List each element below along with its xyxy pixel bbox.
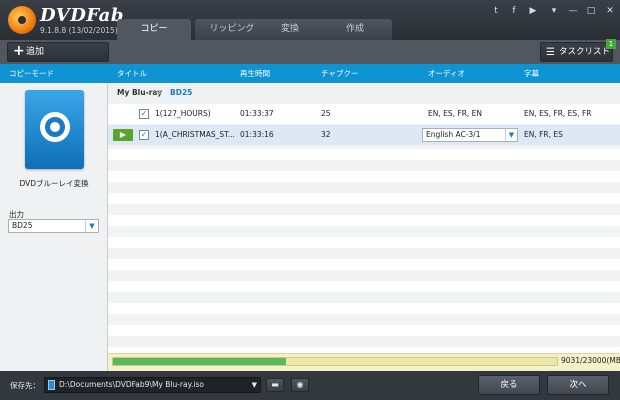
iso-output-button[interactable]: ◉ <box>291 378 309 392</box>
tab-create[interactable]: 作成 <box>318 19 392 40</box>
add-button-label: 追加 <box>26 47 45 57</box>
output-path-field[interactable]: D:\Documents\DVDFab9\My Blu-ray.iso ▼ <box>44 377 261 393</box>
row-1-chapters: 25 <box>321 109 331 118</box>
duration-column-header[interactable]: 再生時間 <box>240 64 270 83</box>
row-1-duration: 01:33:37 <box>240 109 274 118</box>
tab-convert[interactable]: 変換 <box>253 19 327 40</box>
task-count-badge: 1 <box>606 39 616 49</box>
row-2-audio-value: English AC-3/1 <box>426 130 481 139</box>
browse-folder-button[interactable]: ▬ <box>266 378 284 392</box>
copy-mode-header: コピーモード <box>9 69 54 78</box>
minimize-icon[interactable]: — <box>566 6 580 16</box>
output-path-value: D:\Documents\DVDFab9\My Blu-ray.iso <box>59 380 204 389</box>
row-1-audio: EN, ES, FR, EN <box>428 109 483 118</box>
row-2-chapters: 32 <box>321 130 331 139</box>
task-list-label: タスクリスト <box>559 47 611 57</box>
row-1-title: 1(127_HOURS) <box>155 109 211 118</box>
youtube-icon[interactable]: ▶ <box>526 6 540 16</box>
save-to-label: 保存先： <box>10 381 40 390</box>
row-2-duration: 01:33:16 <box>240 130 274 139</box>
row-2-audio-select[interactable]: English AC-3/1 ▼ <box>422 128 518 142</box>
app-version: 9.1.8.8 (13/02/2015) <box>40 26 118 35</box>
disc-usage-text: 9031/23000(MB) <box>561 356 620 365</box>
row-1-subtitles: EN, ES, FR, ES, FR <box>524 109 592 118</box>
iso-file-icon <box>48 380 55 390</box>
chapters-column-header[interactable]: チャプクー <box>321 64 358 83</box>
maximize-icon[interactable]: □ <box>584 6 598 16</box>
tab-copy[interactable]: コピー <box>117 19 191 40</box>
add-button[interactable]: + 追加 <box>7 42 109 62</box>
facebook-icon[interactable]: f <box>507 6 521 16</box>
app-name: DVDFab <box>40 5 124 26</box>
task-list-button[interactable]: ☰ タスクリスト <box>540 42 613 62</box>
title-column-header[interactable]: タイトル <box>117 64 147 83</box>
plus-icon: + <box>13 43 25 59</box>
output-select-value: BD25 <box>12 221 33 230</box>
breadcrumb-arrow-icon: ➜ <box>155 88 162 97</box>
chevron-down-icon: ▼ <box>505 129 517 141</box>
twitter-icon[interactable]: t <box>489 6 503 16</box>
output-select[interactable]: BD25 ▼ <box>8 219 99 233</box>
dvdfab-logo-icon <box>8 6 36 34</box>
menu-icon[interactable]: ▾ <box>547 6 561 16</box>
disc-icon <box>40 112 70 142</box>
audio-column-header[interactable]: オーディオ <box>428 64 465 83</box>
breadcrumb-leaf[interactable]: BD25 <box>170 83 192 103</box>
next-button[interactable]: 次へ <box>547 375 609 395</box>
chevron-down-icon[interactable]: ▼ <box>252 378 257 392</box>
row-2-checkbox[interactable]: ✓ <box>139 130 149 140</box>
disc-usage-fill <box>113 358 286 365</box>
list-icon: ☰ <box>546 47 555 58</box>
row-2-subtitles: EN, FR, ES <box>524 130 563 139</box>
mode-label: DVDブルーレイ変換 <box>19 179 89 188</box>
play-preview-button[interactable]: ▶ <box>113 129 133 141</box>
row-1-checkbox[interactable]: ✓ <box>139 109 149 119</box>
row-2-title: 1(A_CHRISTMAS_ST... <box>155 130 235 139</box>
back-button[interactable]: 戻る <box>478 375 540 395</box>
close-icon[interactable]: ✕ <box>603 6 617 16</box>
subtitles-column-header[interactable]: 字幕 <box>524 64 539 83</box>
chevron-down-icon: ▼ <box>85 220 98 232</box>
